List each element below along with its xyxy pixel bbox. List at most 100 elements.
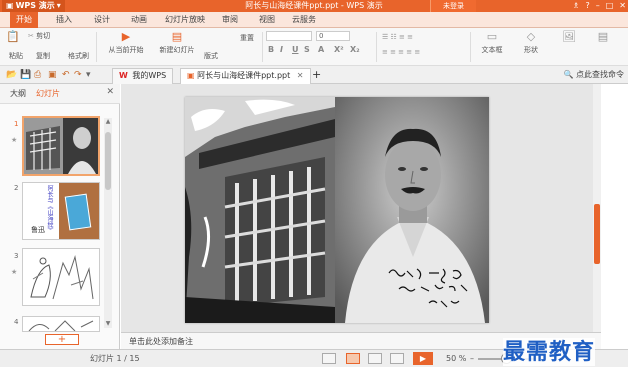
normal-view-button[interactable] xyxy=(346,353,360,364)
play-slideshow-button[interactable]: ▶ xyxy=(413,352,433,365)
menu-bar: 开始 插入 设计 动画 幻灯片放映 审阅 视图 云服务 xyxy=(0,12,628,28)
italic-button[interactable]: I xyxy=(280,45,283,54)
slide-thumbnail-3[interactable] xyxy=(22,248,100,306)
format-painter-button[interactable]: 格式刷 xyxy=(68,51,89,61)
layout-button[interactable]: 版式 xyxy=(204,51,218,61)
close-tab-icon[interactable]: ✕ xyxy=(297,71,304,80)
redo-icon[interactable]: ↷ xyxy=(74,69,82,81)
shape-button[interactable]: ◇ 形状 xyxy=(514,31,548,55)
tab-design[interactable]: 设计 xyxy=(94,12,110,28)
slide-thumbnail-2[interactable]: 阿长与《山海经》 鲁迅 xyxy=(22,182,100,240)
scroll-up-icon[interactable]: ▲ xyxy=(104,118,112,126)
thumb1-image xyxy=(24,118,98,174)
superscript-button[interactable]: X² xyxy=(334,45,344,54)
ribbon-separator xyxy=(470,32,471,62)
new-slide-button[interactable]: ▤ 新建幻灯片 xyxy=(154,31,200,55)
window-controls: ♗ ? – □ ✕ xyxy=(572,0,626,12)
bold-button[interactable]: B xyxy=(268,45,274,54)
from-current-button[interactable]: ▶ 从当前开始 xyxy=(102,31,150,55)
save-icon[interactable]: 💾 xyxy=(20,69,31,81)
panel-tabs: 大纲 幻灯片 ✕ xyxy=(0,84,120,104)
font-size-select[interactable]: 0 xyxy=(316,31,350,41)
close-panel-icon[interactable]: ✕ xyxy=(106,87,114,97)
slide-number: 2 xyxy=(14,184,19,192)
help-icon[interactable]: ? xyxy=(585,0,589,12)
open-icon[interactable]: 📂 xyxy=(6,69,17,81)
watermark-logo: 最需教育 xyxy=(503,338,596,366)
thumb2-author: 鲁迅 xyxy=(31,226,45,234)
minimize-icon[interactable]: – xyxy=(596,0,600,12)
tab-document[interactable]: ▣ 阿长与山海经课件ppt.ppt ✕ xyxy=(180,68,311,84)
zoom-level: 50 % xyxy=(446,354,467,363)
tab-outline[interactable]: 大纲 xyxy=(10,88,26,99)
tab-insert[interactable]: 插入 xyxy=(56,12,72,28)
textbox-icon: ▭ xyxy=(486,30,498,43)
font-name-select[interactable] xyxy=(266,31,312,41)
close-icon[interactable]: ✕ xyxy=(619,0,626,12)
underline-button[interactable]: U xyxy=(292,45,299,54)
animation-star-icon: ★ xyxy=(11,268,18,276)
copy-button[interactable]: 复制 xyxy=(36,51,50,61)
align-buttons[interactable]: ≡ ≡ ≡ ≡ ≡ xyxy=(382,48,420,56)
undo-icon[interactable]: ↶ xyxy=(62,69,70,81)
tab-animation[interactable]: 动画 xyxy=(131,12,147,28)
strikethrough-button[interactable]: A xyxy=(318,45,324,54)
slide-counter: 幻灯片 1 / 15 xyxy=(90,354,140,363)
current-slide[interactable] xyxy=(185,97,489,323)
wps-icon: W xyxy=(119,71,128,80)
tab-cloud[interactable]: 云服务 xyxy=(292,12,316,28)
slide-thumbnail-1[interactable] xyxy=(22,116,100,176)
picture-button[interactable]: 🖼 xyxy=(554,31,584,45)
quick-access-bar: 📂 💾 ⎙ ▣ ↶ ↷ ▾ W 我的WPS ▣ 阿长与山海经课件ppt.ppt … xyxy=(0,66,628,84)
reset-button[interactable]: 重置 xyxy=(240,33,254,43)
slide-number: 3 xyxy=(14,252,19,260)
editor-scrollbar[interactable] xyxy=(593,84,601,332)
shadow-button[interactable]: S xyxy=(304,45,310,54)
panel-scrollbar[interactable]: ▲ ▼ xyxy=(104,118,112,328)
more-button[interactable]: ▤ xyxy=(588,31,618,45)
bullet-list-button[interactable]: ☰ ☷ ≡ ≡ xyxy=(382,33,413,41)
maximize-icon[interactable]: □ xyxy=(606,0,614,12)
paste-button[interactable]: 📋 粘贴 xyxy=(6,31,23,61)
slide-number: 4 xyxy=(14,318,19,326)
slide-thumbnail-4[interactable] xyxy=(22,316,100,332)
reading-view-button[interactable] xyxy=(390,353,404,364)
more-icon: ▤ xyxy=(597,30,609,43)
slide-editor xyxy=(121,84,601,332)
book-image xyxy=(64,193,92,231)
sorter-view-button[interactable] xyxy=(368,353,382,364)
tab-view[interactable]: 视图 xyxy=(259,12,275,28)
search-icon: 🔍 xyxy=(563,70,574,79)
zoom-out-icon[interactable]: – xyxy=(470,353,474,365)
tab-review[interactable]: 审阅 xyxy=(222,12,238,28)
print-icon[interactable]: ⎙ xyxy=(34,69,41,81)
export-pdf-icon[interactable]: ▣ xyxy=(48,69,57,81)
new-tab-button[interactable]: + xyxy=(306,68,327,84)
window-title: 阿长与山海经课件ppt.ppt - WPS 演示 xyxy=(245,1,383,10)
comment-view-button[interactable] xyxy=(322,353,336,364)
login-button[interactable]: 未登录 xyxy=(430,0,476,12)
tab-home[interactable]: 开始 xyxy=(10,12,38,28)
dropdown-icon[interactable]: ▾ xyxy=(86,69,91,81)
scroll-down-icon[interactable]: ▼ xyxy=(104,320,112,328)
subscript-button[interactable]: X₂ xyxy=(350,45,360,54)
tab-slides[interactable]: 幻灯片 xyxy=(36,88,60,99)
textbox-button[interactable]: ▭ 文本框 xyxy=(474,31,510,55)
tab-slideshow[interactable]: 幻灯片放映 xyxy=(165,12,205,28)
slide-number: 1 xyxy=(14,120,19,128)
shirt-icon[interactable]: ♗ xyxy=(572,0,579,12)
editor-scroll-thumb[interactable] xyxy=(594,204,600,264)
picture-icon: 🖼 xyxy=(562,30,576,43)
animation-star-icon: ★ xyxy=(11,136,18,144)
cut-button[interactable]: ✂ 剪切 xyxy=(28,31,50,41)
ribbon-toolbar: 📋 粘贴 ✂ 剪切 复制 格式刷 ▶ 从当前开始 ▤ 新建幻灯片 版式 重置 0… xyxy=(0,28,628,66)
slideshow-icon: ▶ xyxy=(121,30,131,43)
scroll-thumb[interactable] xyxy=(105,132,111,190)
command-search[interactable]: 🔍 点此查找命令 xyxy=(563,69,624,81)
add-slide-button[interactable]: + xyxy=(45,334,79,345)
tab-my-wps[interactable]: W 我的WPS xyxy=(112,68,174,84)
slide-image xyxy=(185,97,489,323)
ribbon-separator xyxy=(262,32,263,62)
thumb4-sketch xyxy=(23,317,99,331)
slide-panel: 大纲 幻灯片 ✕ 1 ★ 2 阿长与《山海经》 鲁迅 3 ★ 4 ▲ ▼ + xyxy=(0,84,120,349)
